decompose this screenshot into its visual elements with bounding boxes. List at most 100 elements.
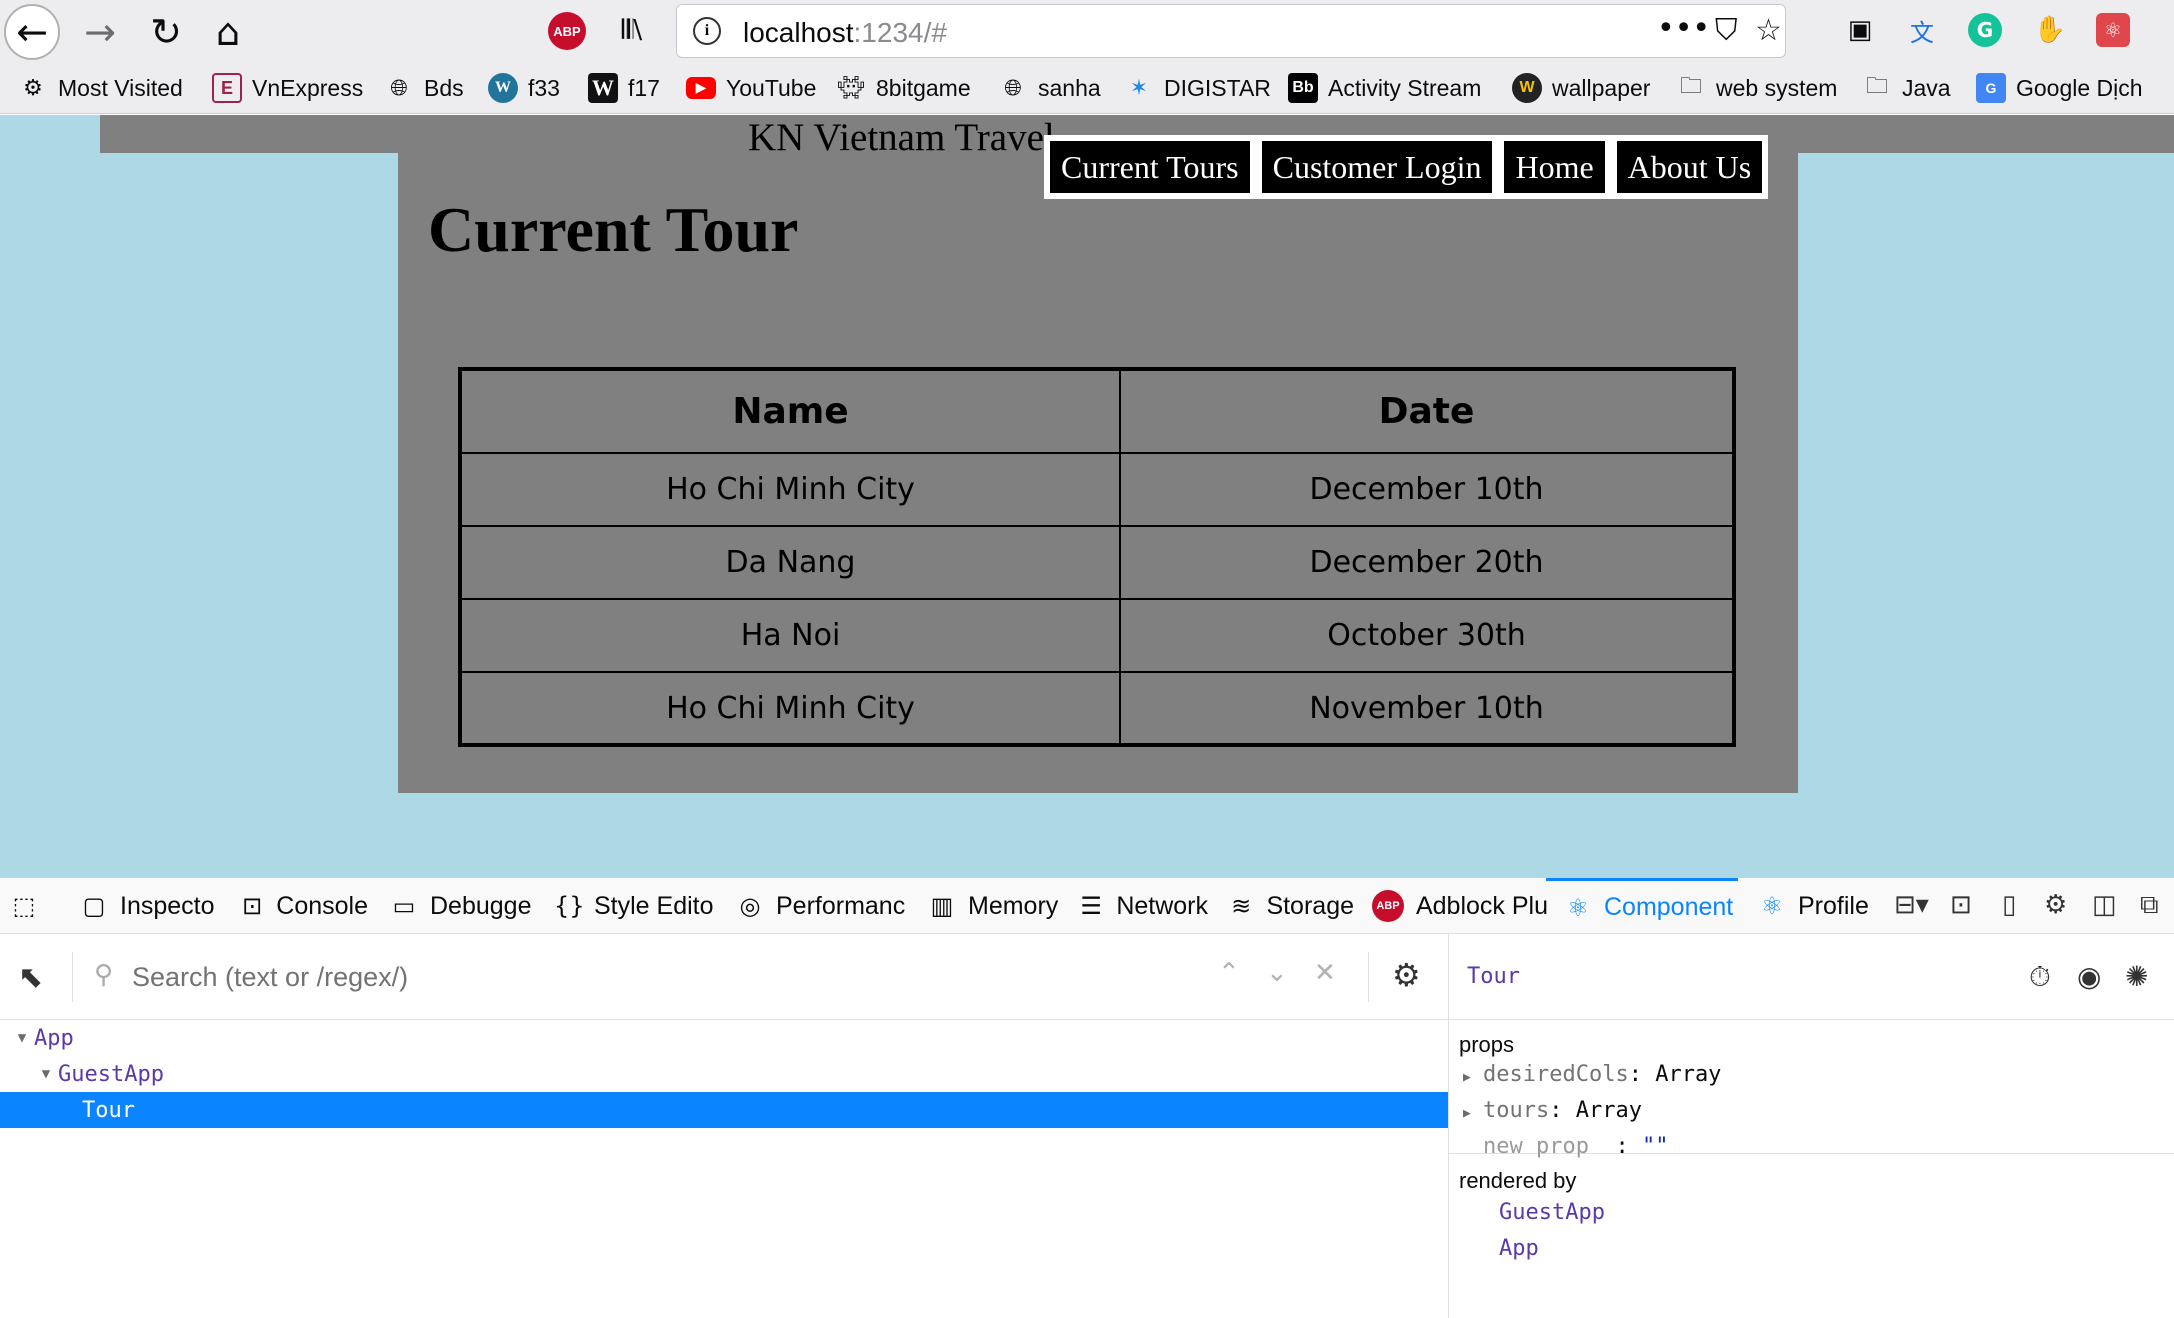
- tab-inspector[interactable]: ▢ Inspecto: [80, 878, 220, 934]
- vnexpress-icon: E: [212, 73, 242, 103]
- wordpress-icon: W: [488, 73, 518, 103]
- reload-button[interactable]: ↻: [138, 4, 194, 60]
- tree-node-app[interactable]: ▼ App: [0, 1020, 1448, 1056]
- nav-current-tours[interactable]: Current Tours: [1050, 141, 1250, 193]
- element-picker-button[interactable]: ⬚: [10, 878, 50, 934]
- devtools-tab-bar: ⬚ ▢ Inspecto ⊡ Console ▭ Debugge {} Style Ed…: [0, 878, 2174, 934]
- pocket-icon[interactable]: ⛉: [1715, 13, 1738, 48]
- tree-node-guestapp[interactable]: ▼ GuestApp: [0, 1056, 1448, 1092]
- bookmark-bds[interactable]: 🌐︎ Bds: [384, 70, 463, 106]
- select-element-icon[interactable]: ⬉: [18, 960, 43, 995]
- tour-name-cell: Da Nang: [459, 525, 1121, 600]
- tab-network[interactable]: ☰ Network: [1078, 878, 1208, 934]
- close-icon[interactable]: ✕: [1314, 958, 1336, 988]
- dock-icon[interactable]: ◫: [2092, 890, 2117, 920]
- url-text[interactable]: localhost:1234/#: [743, 17, 947, 49]
- bookmark-java[interactable]: 🗀 Java: [1862, 70, 1951, 106]
- rendered-by-link[interactable]: GuestApp: [1499, 1200, 1605, 1225]
- tab-debugger[interactable]: ▭ Debugge: [390, 878, 536, 934]
- tab-console[interactable]: ⊡ Console: [240, 878, 368, 934]
- tour-name-cell: Ha Noi: [459, 598, 1121, 673]
- folder-icon: 🗀: [1679, 74, 1702, 99]
- expand-arrow-icon[interactable]: ▼: [10, 1030, 34, 1046]
- chevron-down-icon[interactable]: ⌄: [1266, 958, 1288, 988]
- bookmark-digistar[interactable]: ✶ DIGISTAR: [1124, 70, 1271, 106]
- reader-sidebar-icon[interactable]: ▣: [1840, 10, 1880, 50]
- globe-icon: 🌐︎: [390, 75, 408, 101]
- tour-date-cell: November 10th: [1119, 671, 1735, 746]
- w-icon: W: [1512, 73, 1542, 103]
- bookmark-google-dich[interactable]: G Google Dịch: [1976, 70, 2143, 106]
- settings-gear-icon[interactable]: ⚙: [2044, 890, 2067, 920]
- expand-arrow-icon[interactable]: ▶: [1463, 1070, 1483, 1085]
- tour-name-cell: Ho Chi Minh City: [459, 452, 1121, 527]
- library-icon[interactable]: 𝄃𝄃\: [612, 10, 652, 50]
- nav-customer-login[interactable]: Customer Login: [1261, 141, 1493, 193]
- tab-adblock-plus[interactable]: ABP Adblock Plu: [1372, 878, 1548, 934]
- url-bar[interactable]: i localhost:1234/# ••• ⛉ ☆: [676, 4, 1786, 58]
- page-heading: Current Tour: [428, 194, 799, 265]
- adblock-plus-icon[interactable]: ABP: [548, 12, 586, 50]
- tab-performance[interactable]: ◎ Performanc: [736, 878, 906, 934]
- youtube-icon: ▶: [686, 77, 716, 99]
- extension-icon[interactable]: ✋: [2030, 10, 2070, 50]
- chevron-up-icon[interactable]: ⌃: [1218, 958, 1240, 988]
- bookmark-f33[interactable]: Wf33: [488, 70, 560, 106]
- page-actions-icon[interactable]: •••: [1657, 11, 1710, 46]
- tree-search-row: ⬉ ⚲ ⌃ ⌄ ✕ ⚙: [0, 934, 1448, 1020]
- star-icon: ✶: [1129, 75, 1149, 101]
- bookmark-wallpaper[interactable]: Wwallpaper: [1512, 70, 1650, 106]
- prop-row[interactable]: ▶ desiredCols: Array: [1463, 1062, 1721, 1087]
- translate-icon[interactable]: 文: [1902, 10, 1942, 50]
- table-row: Ho Chi Minh City November 10th: [459, 671, 1735, 746]
- back-button[interactable]: ←: [4, 4, 60, 60]
- grammarly-icon[interactable]: G: [1968, 13, 2002, 47]
- tour-table: Name Date Ho Chi Minh City December 10th…: [458, 367, 1736, 747]
- nav-home[interactable]: Home: [1504, 141, 1605, 193]
- bookmark-star-icon[interactable]: ☆: [1755, 13, 1782, 48]
- storage-icon: ≋: [1231, 892, 1252, 920]
- bookmark-most-visited[interactable]: ⚙ Most Visited: [18, 70, 183, 106]
- bookmark-activity-stream[interactable]: Bb Activity Stream: [1288, 70, 1481, 106]
- bookmark-f17[interactable]: Wf17: [588, 70, 660, 106]
- column-header-name: Name: [459, 368, 1121, 454]
- url-host: localhost: [743, 17, 854, 48]
- info-icon[interactable]: i: [693, 17, 721, 45]
- rendered-by-link[interactable]: App: [1499, 1236, 1539, 1261]
- bug-icon[interactable]: ✺: [2125, 960, 2148, 993]
- expand-arrow-icon[interactable]: ▶: [1463, 1106, 1483, 1121]
- adblock-plus-icon: ABP: [1372, 890, 1404, 922]
- bookmark-web-system[interactable]: 🗀 web system: [1676, 70, 1837, 106]
- tab-profiler[interactable]: ⚛ Profile: [1758, 878, 1880, 934]
- bookmark-youtube[interactable]: ▶ YouTube: [686, 70, 816, 106]
- react-devtools-icon[interactable]: ⚛: [2096, 13, 2130, 47]
- expand-arrow-icon[interactable]: ▼: [34, 1066, 58, 1082]
- selected-component-name: Tour: [1467, 964, 1520, 989]
- react-icon: ⚛: [1761, 892, 1783, 920]
- tab-components[interactable]: ⚛ Component: [1546, 878, 1738, 934]
- memory-icon: ▥: [930, 892, 954, 920]
- nav-about-us[interactable]: About Us: [1616, 141, 1763, 193]
- bookmark-8bitgame[interactable]: 👾︎ 8bitgame: [836, 70, 971, 106]
- bookmark-vnexpress[interactable]: E VnExpress: [212, 70, 363, 106]
- page-viewport: KN Vietnam Travel Current Tour Name Date…: [0, 115, 2174, 877]
- eye-icon[interactable]: ◉: [2077, 960, 2101, 993]
- selected-component-header: Tour ⏱ ◉ ✺: [1449, 934, 2174, 1020]
- settings-gear-icon[interactable]: ⚙: [1392, 956, 1421, 994]
- tab-memory[interactable]: ▥ Memory: [928, 878, 1060, 934]
- responsive-mode-icon[interactable]: ▯: [2002, 890, 2016, 920]
- search-input[interactable]: [132, 954, 1182, 1000]
- prop-row[interactable]: ▶ tours: Array: [1463, 1098, 1642, 1123]
- split-console-icon[interactable]: ⊡: [1950, 890, 1972, 920]
- bookmark-sanha[interactable]: 🌐︎ sanha: [998, 70, 1100, 106]
- forward-button[interactable]: →: [72, 4, 128, 60]
- tree-node-tour[interactable]: Tour: [0, 1092, 1448, 1128]
- rendered-by-section: rendered by GuestApp App: [1449, 1156, 2174, 1316]
- layout-icon[interactable]: ⊟▾: [1894, 890, 1929, 920]
- separate-window-icon[interactable]: ⧉: [2140, 890, 2159, 921]
- tab-style-editor[interactable]: {} Style Edito: [554, 878, 716, 934]
- devtools-panel: ⬚ ▢ Inspecto ⊡ Console ▭ Debugge {} Style Ed…: [0, 877, 2174, 1318]
- stopwatch-icon[interactable]: ⏱: [2029, 960, 2051, 994]
- home-button[interactable]: ⌂: [200, 4, 256, 60]
- tab-storage[interactable]: ≋ Storage: [1228, 878, 1354, 934]
